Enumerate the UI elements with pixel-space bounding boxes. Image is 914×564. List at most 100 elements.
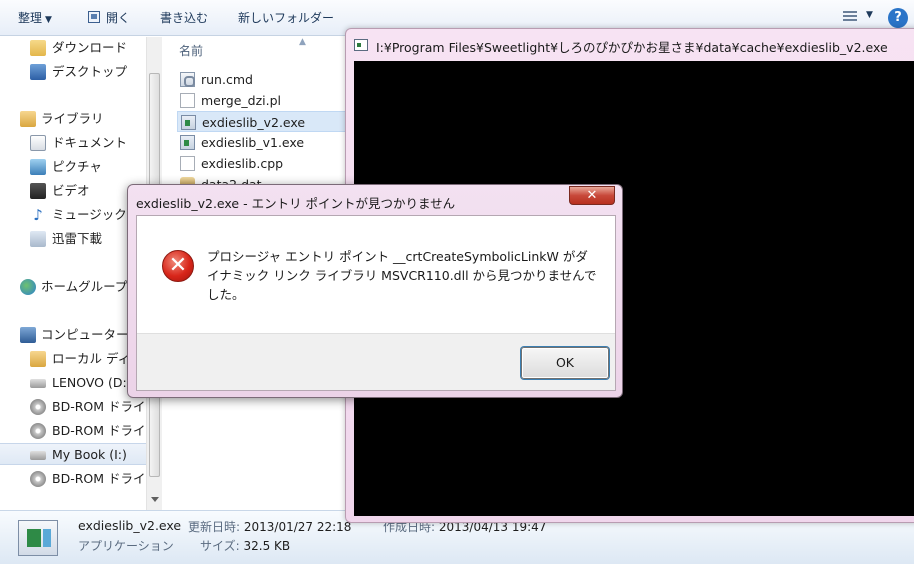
view-options-icon[interactable]	[843, 11, 857, 23]
hard-drive-icon	[30, 379, 46, 388]
documents-icon	[30, 135, 46, 151]
optical-disc-icon	[30, 399, 46, 415]
nav-item-documents[interactable]: ドキュメント	[0, 132, 146, 154]
chevron-down-icon[interactable]: ▼	[866, 10, 873, 20]
nav-item-pictures[interactable]: ピクチャ	[0, 156, 146, 178]
new-folder-label: 新しいフォルダー	[238, 11, 335, 25]
nav-item-desktop[interactable]: デスクトップ	[0, 61, 146, 83]
dialog-title: exdieslib_v2.exe - エントリ ポイントが見つかりません	[136, 196, 456, 211]
nav-item-homegroup[interactable]: ホームグループ	[0, 276, 146, 298]
nav-item-bd-rom-1[interactable]: BD-ROM ドライブ	[0, 396, 146, 418]
burn-button[interactable]: 書き込む	[160, 9, 208, 27]
navigation-pane: ダウンロード デスクトップ ライブラリ ドキュメント ピクチャ ビデオ ♪ ミュ…	[0, 37, 146, 510]
details-size: サイズ: 32.5 KB	[200, 537, 290, 554]
close-button[interactable]: ✕	[569, 186, 615, 205]
nav-item-label: ドキュメント	[52, 135, 128, 150]
nav-item-label: LENOVO (D:)	[52, 375, 132, 390]
console-window-icon[interactable]	[354, 39, 368, 51]
nav-item-downloads[interactable]: ダウンロード	[0, 37, 146, 59]
console-title: I:¥Program Files¥Sweetlight¥しろのぴかぴかお星さま¥…	[376, 40, 888, 55]
modified-value: 2013/01/27 22:18	[243, 520, 352, 534]
nav-item-label: ホームグループ	[41, 279, 128, 294]
nav-item-libraries[interactable]: ライブラリ	[0, 108, 146, 130]
nav-item-lenovo-drive[interactable]: LENOVO (D:)	[0, 372, 146, 394]
nav-item-label: デスクトップ	[52, 64, 128, 79]
nav-item-label: My Book (I:)	[52, 447, 127, 462]
optical-disc-icon	[30, 471, 46, 487]
homegroup-icon	[20, 279, 36, 295]
file-name: exdieslib.cpp	[201, 156, 284, 171]
nav-item-label: ミュージック	[52, 207, 127, 222]
nav-item-label: ダウンロード	[52, 40, 128, 55]
modified-label: 更新日時:	[188, 520, 241, 534]
video-icon	[30, 183, 46, 199]
nav-item-label: BD-ROM ドライブ	[52, 399, 146, 414]
nav-item-music[interactable]: ♪ ミュージック	[0, 204, 146, 226]
file-row[interactable]: exdieslib_v1.exe	[177, 132, 347, 153]
error-icon: ✕	[162, 250, 194, 282]
chevron-down-icon: ▼	[45, 15, 52, 25]
nav-item-xunlei[interactable]: 迅雷下載	[0, 228, 146, 250]
text-file-icon	[180, 156, 195, 171]
nav-item-label: ライブラリ	[41, 111, 104, 126]
size-value: 32.5 KB	[243, 539, 291, 553]
details-modified: 更新日時: 2013/01/27 22:18	[188, 518, 351, 535]
application-file-icon	[18, 520, 58, 556]
file-row[interactable]: exdieslib.cpp	[177, 153, 347, 174]
dialog-message-area: ✕ プロシージャ エントリ ポイント __crtCreateSymbolicLi…	[137, 216, 615, 333]
script-file-icon	[180, 72, 195, 87]
computer-icon	[20, 327, 36, 343]
music-note-icon: ♪	[33, 206, 43, 224]
nav-item-local-disk[interactable]: ローカル ディスク	[0, 348, 146, 370]
open-icon	[88, 11, 100, 23]
nav-item-label: ビデオ	[52, 183, 90, 198]
organize-label: 整理	[18, 11, 43, 25]
file-row[interactable]: run.cmd	[177, 69, 347, 90]
column-header-name[interactable]: 名前	[179, 42, 203, 59]
scroll-down-arrow-icon[interactable]	[151, 497, 159, 502]
downloads-folder-icon	[30, 40, 46, 56]
application-file-icon	[181, 115, 196, 130]
nav-item-label: BD-ROM ドライブ	[52, 423, 146, 438]
library-icon	[20, 111, 36, 127]
folder-icon	[30, 231, 46, 247]
desktop-icon	[30, 64, 46, 80]
nav-item-bd-rom-2[interactable]: BD-ROM ドライブ	[0, 420, 146, 442]
nav-item-bd-rom-3[interactable]: BD-ROM ドライブ	[0, 468, 146, 490]
nav-item-label: ピクチャ	[52, 159, 102, 174]
open-label: 開く	[106, 11, 131, 25]
file-row[interactable]: exdieslib_v2.exe	[177, 111, 347, 132]
dialog-content: ✕ プロシージャ エントリ ポイント __crtCreateSymbolicLi…	[136, 215, 616, 391]
ok-button[interactable]: OK	[521, 347, 609, 379]
file-name: run.cmd	[201, 72, 253, 87]
dialog-message: プロシージャ エントリ ポイント __crtCreateSymbolicLink…	[207, 249, 597, 302]
optical-disc-icon	[30, 423, 46, 439]
error-dialog: exdieslib_v2.exe - エントリ ポイントが見つかりません ✕ ✕…	[127, 184, 623, 398]
sort-arrow-icon: ▲	[299, 37, 306, 47]
file-row[interactable]: merge_dzi.pl	[177, 90, 347, 111]
text-file-icon	[180, 93, 195, 108]
details-file-type: アプリケーション	[78, 539, 174, 553]
burn-label: 書き込む	[160, 11, 209, 25]
local-disk-icon	[30, 351, 46, 367]
open-button[interactable]: 開く	[106, 9, 130, 27]
file-name: exdieslib_v2.exe	[202, 115, 306, 130]
nav-item-computer[interactable]: コンピューター	[0, 324, 146, 346]
file-name: exdieslib_v1.exe	[201, 135, 305, 150]
nav-item-my-book[interactable]: My Book (I:)	[0, 443, 146, 465]
dialog-button-area: OK	[137, 333, 615, 390]
hard-drive-icon	[30, 451, 46, 460]
new-folder-button[interactable]: 新しいフォルダー	[238, 9, 334, 27]
nav-item-label: BD-ROM ドライブ	[52, 471, 146, 486]
nav-item-label: コンピューター	[41, 327, 129, 342]
application-file-icon	[180, 135, 195, 150]
pictures-icon	[30, 159, 46, 175]
nav-item-videos[interactable]: ビデオ	[0, 180, 146, 202]
file-name: merge_dzi.pl	[201, 93, 282, 108]
close-icon: ✕	[586, 188, 598, 203]
organize-button[interactable]: 整理 ▼	[18, 9, 52, 27]
size-label: サイズ:	[200, 539, 240, 553]
details-file-name: exdieslib_v2.exe	[78, 518, 182, 533]
help-icon[interactable]: ?	[888, 8, 908, 28]
nav-item-label: 迅雷下載	[52, 231, 103, 246]
